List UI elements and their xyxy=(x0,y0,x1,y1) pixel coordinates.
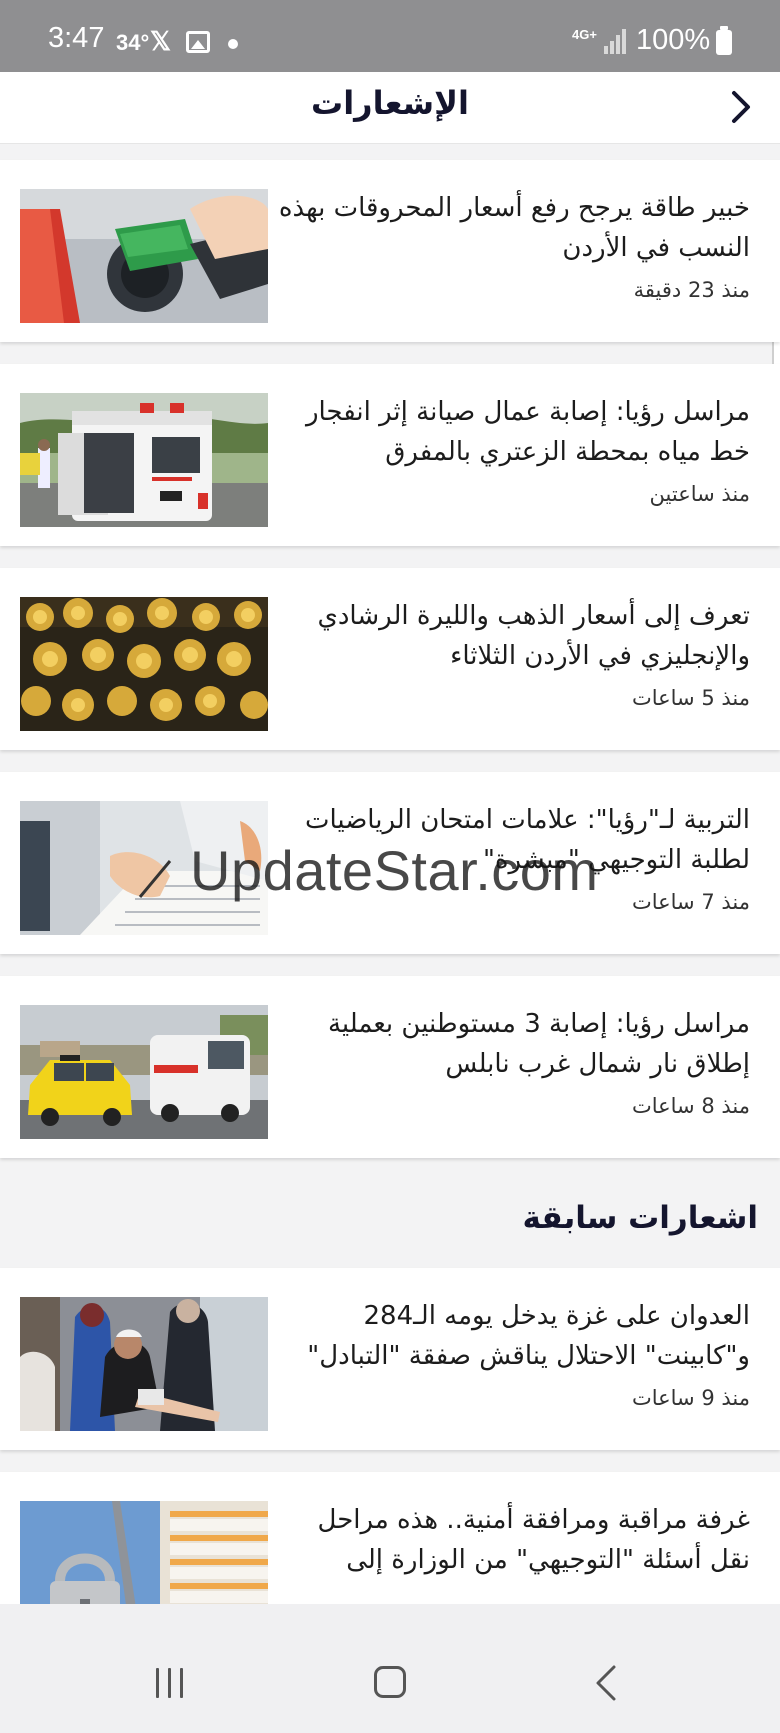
image-notification-icon xyxy=(186,31,210,53)
notification-title: تعرف إلى أسعار الذهب والليرة الرشادي وال… xyxy=(317,601,750,671)
notification-title: غرفة مراقبة ومرافقة أمنية.. هذه مراحل نق… xyxy=(317,1505,750,1575)
notification-time: منذ 5 ساعات xyxy=(631,686,750,710)
notification-title: العدوان على غزة يدخل يومه الـ284 و"كابين… xyxy=(307,1301,750,1371)
notification-title: خبير طاقة يرجح رفع أسعار المحروقات بهذه … xyxy=(278,193,750,263)
notification-card[interactable]: مراسل رؤيا: إصابة 3 مستوطنين بعملية إطلا… xyxy=(0,976,780,1158)
status-temperature: 34° xyxy=(116,30,150,55)
x-app-icon: 𝕏 xyxy=(150,26,171,56)
notification-title: مراسل رؤيا: إصابة 3 مستوطنين بعملية إطلا… xyxy=(327,1009,750,1079)
more-notifications-dot-icon xyxy=(228,39,238,49)
status-time: 3:47 xyxy=(48,22,105,54)
app-header: الإشعارات xyxy=(0,72,780,144)
battery-percentage: 100% xyxy=(636,24,711,56)
taxi-ambulance-image xyxy=(20,1005,268,1139)
back-icon[interactable] xyxy=(594,1664,618,1702)
notification-time: منذ 23 دقيقة xyxy=(633,278,750,302)
status-bar: 3:47 34° 𝕏 4G+ 100% xyxy=(0,0,780,72)
ambulance-image xyxy=(20,393,268,527)
watermark: UpdateStar.com xyxy=(190,839,599,902)
home-icon[interactable] xyxy=(374,1666,406,1698)
gold-jewelry-image xyxy=(20,597,268,731)
signal-strength-icon xyxy=(604,28,628,54)
notification-time: منذ 8 ساعات xyxy=(631,1094,750,1118)
notification-card[interactable]: تعرف إلى أسعار الذهب والليرة الرشادي وال… xyxy=(0,568,780,750)
page-title: الإشعارات xyxy=(311,84,469,122)
injured-child-image xyxy=(20,1297,268,1431)
notification-card[interactable]: مراسل رؤيا: إصابة عمال صيانة إثر انفجار … xyxy=(0,364,780,546)
notification-title: مراسل رؤيا: إصابة عمال صيانة إثر انفجار … xyxy=(305,397,750,467)
notification-time: منذ 9 ساعات xyxy=(631,1386,750,1410)
section-title-previous: اشعارات سابقة xyxy=(522,1200,758,1236)
system-navigation-bar xyxy=(0,1604,780,1733)
recent-apps-icon[interactable] xyxy=(154,1668,186,1698)
notification-card[interactable]: العدوان على غزة يدخل يومه الـ284 و"كابين… xyxy=(0,1268,780,1450)
notification-time: منذ ساعتين xyxy=(649,482,750,506)
chevron-right-icon[interactable] xyxy=(724,89,758,125)
notification-card[interactable]: خبير طاقة يرجح رفع أسعار المحروقات بهذه … xyxy=(0,160,780,342)
battery-icon xyxy=(716,26,732,55)
fuel-pump-image xyxy=(20,189,268,323)
network-type-icon: 4G+ xyxy=(572,27,597,42)
